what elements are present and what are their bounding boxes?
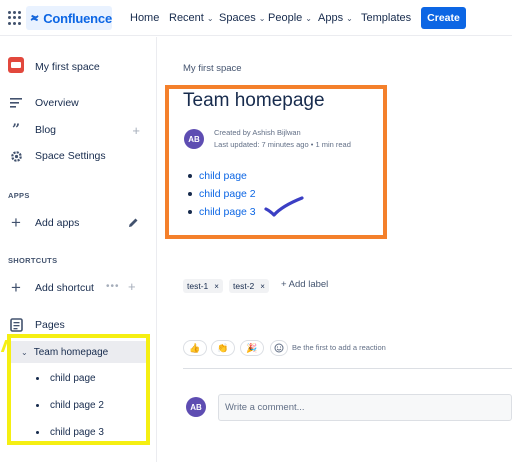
sidebar-item-label: Space Settings [35,150,106,162]
create-button[interactable]: Create [421,7,466,29]
add-shortcut[interactable]: + Add shortcut [8,278,94,297]
divider [183,368,512,369]
nav-label: People [268,12,303,24]
nav-label: Recent [169,12,204,24]
comment-input[interactable]: Write a comment... [218,394,512,421]
bullet-icon [188,174,192,178]
chevron-down-icon: ⌄ [346,13,353,23]
space-name[interactable]: My first space [35,61,100,73]
sidebar-item-space-settings[interactable]: Space Settings [8,148,106,164]
add-page-icon[interactable]: + [128,279,136,294]
chevron-down-icon: ⌄ [206,13,214,23]
nav-label: Spaces [219,12,256,24]
page-byline: Created by Ashish Bijlwan Last updated: … [214,127,351,151]
link-text: child page 2 [199,188,256,200]
pages-icon [8,317,24,333]
smiley-icon [274,343,284,353]
nav-templates[interactable]: Templates [361,12,411,24]
reaction-clap[interactable]: 👏 [211,340,235,356]
shortcuts-heading: SHORTCUTS [8,256,58,265]
add-label-button[interactable]: + Add label [281,279,328,290]
highlight-box-yellow [7,334,150,445]
sidebar-item-label: Overview [35,97,79,109]
created-by: Created by Ashish Bijlwan [214,128,301,137]
apps-heading: APPS [8,191,30,200]
bullet-icon [188,192,192,196]
confluence-logo[interactable]: Confluence [26,6,112,30]
label-chip-test-1[interactable]: test-1 × [183,279,223,293]
sidebar-item-overview[interactable]: Overview [8,95,79,111]
nav-apps[interactable]: Apps ⌄ [318,12,353,24]
nav-label: Templates [361,12,412,24]
nav-home[interactable]: Home [130,12,159,24]
add-apps[interactable]: + Add apps [8,213,80,232]
pencil-icon[interactable] [127,217,139,229]
link-text: child page [199,170,247,182]
chevron-down-icon: ⌄ [258,13,266,23]
sidebar-item-label: Pages [35,319,65,331]
top-navigation: Confluence Home Recent ⌄ Spaces ⌄ People ⌄ … [0,0,512,36]
sidebar-item-pages[interactable]: Pages [8,317,65,333]
last-updated: Last updated: 7 minutes ago • 1 min read [214,140,351,149]
nav-label: Apps [318,12,344,24]
logo-text: Confluence [43,10,112,26]
chevron-down-icon: ⌄ [305,13,312,23]
remove-label-icon[interactable]: × [214,282,219,291]
gear-icon [8,148,24,164]
app-switcher-icon[interactable] [8,11,22,25]
add-shortcut-label: Add shortcut [35,282,94,294]
plus-icon: + [11,278,21,297]
bullet-icon [188,210,192,214]
comment-avatar[interactable]: AB [186,397,206,417]
reaction-prompt: Be the first to add a reaction [292,343,386,352]
reaction-thumbs-up[interactable]: 👍 [183,340,207,356]
link-text: child page 3 [199,206,256,218]
space-avatar-icon [8,57,24,73]
remove-label-icon[interactable]: × [260,282,265,291]
add-apps-label: Add apps [35,217,80,229]
add-blog-icon[interactable]: + [132,123,140,138]
nav-people[interactable]: People ⌄ [268,12,312,24]
nav-label: Home [130,12,160,24]
plus-icon: + [11,213,21,232]
quote-icon: ” [11,122,21,138]
label-chip-test-2[interactable]: test-2 × [229,279,269,293]
label-text: test-2 [233,281,255,291]
nav-recent[interactable]: Recent ⌄ [169,12,214,24]
sidebar-item-blog[interactable]: ” Blog + [8,122,148,138]
child-page-link[interactable]: child page [188,167,256,185]
label-text: test-1 [187,281,209,291]
child-page-2-link[interactable]: child page 2 [188,185,256,203]
page-title: Team homepage [183,90,325,111]
nav-spaces[interactable]: Spaces ⌄ [219,12,265,24]
avatar[interactable]: AB [184,129,204,149]
child-pages-list: child page child page 2 child page 3 [188,167,256,221]
child-page-3-link[interactable]: child page 3 [188,203,256,221]
breadcrumb[interactable]: My first space [183,63,242,74]
overview-icon [8,95,24,111]
reaction-party[interactable]: 🎉 [240,340,264,356]
checkmark-annotation-icon [264,196,304,217]
add-reaction-button[interactable] [270,340,288,356]
sidebar-item-label: Blog [35,124,57,136]
confluence-logo-icon [30,14,39,22]
more-icon[interactable]: ••• [106,281,120,292]
